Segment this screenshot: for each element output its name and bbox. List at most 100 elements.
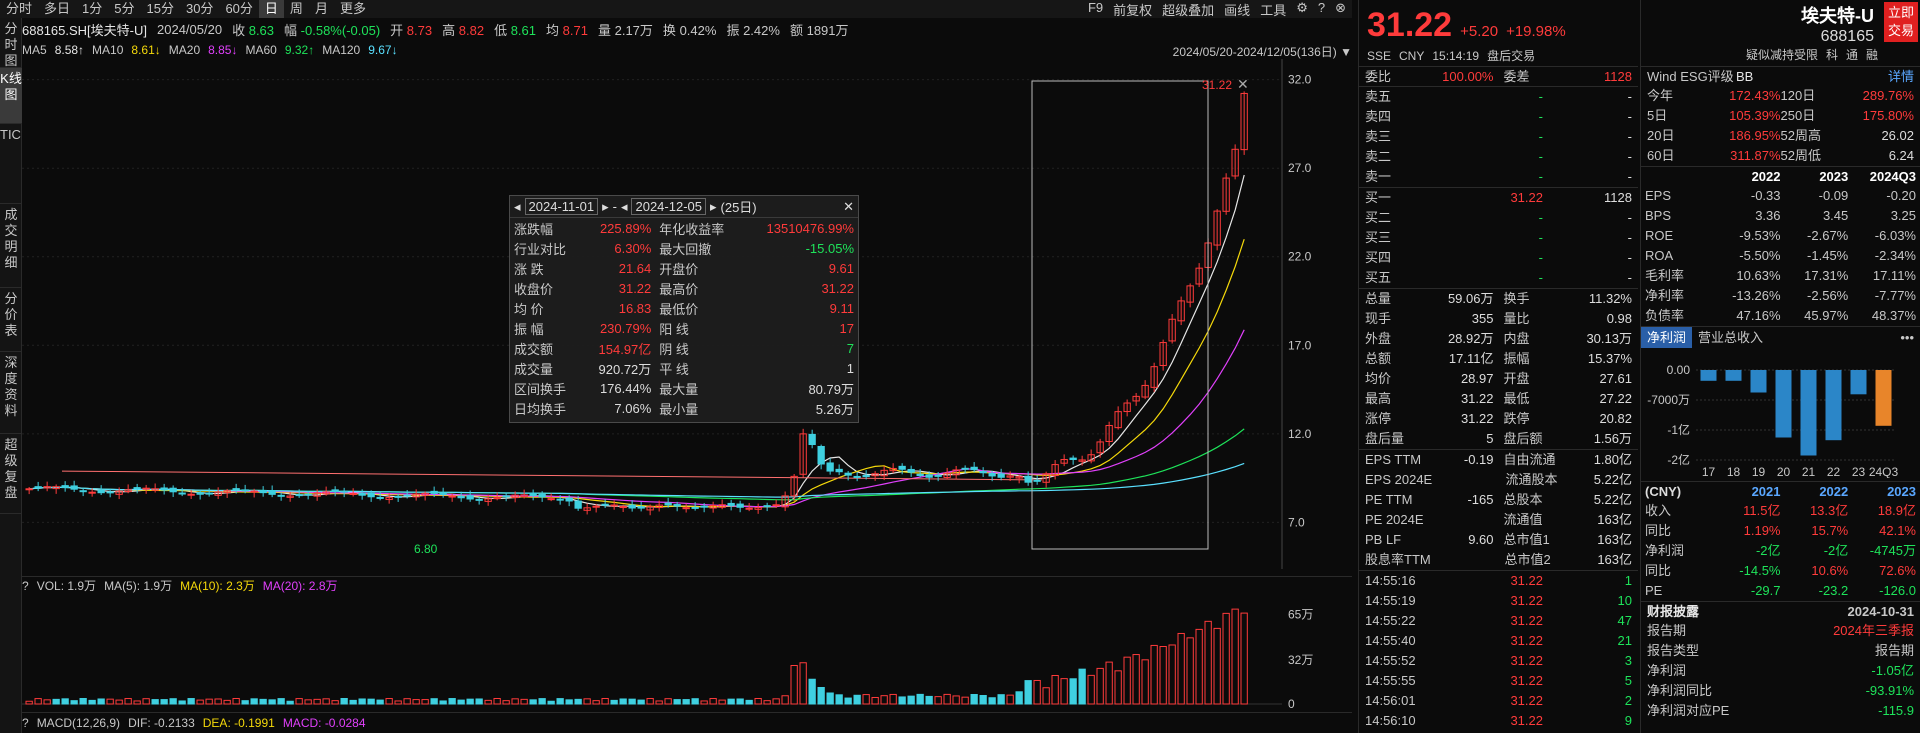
perf-row: 5日 105.39% 250日 175.80% xyxy=(1647,108,1914,123)
help-icon[interactable]: ? xyxy=(22,716,29,730)
adjust-button[interactable]: 前复权 xyxy=(1113,0,1152,19)
bar-x-label: 20 xyxy=(1777,465,1791,478)
volume-bar xyxy=(835,694,843,705)
side-trades[interactable]: 成交明细 xyxy=(0,204,22,288)
overlay-button[interactable]: 超级叠加 xyxy=(1162,0,1214,19)
bar-x-label: 18 xyxy=(1727,465,1741,478)
from-date[interactable]: 2024-11-01 xyxy=(524,198,599,215)
list-item: 均价 28.97 开盘 27.61 xyxy=(1365,371,1632,386)
buy-book: 买一 31.22 1128 买二 - - 买三 - - 买四 - - 买五 - - xyxy=(1359,187,1638,288)
date-range[interactable]: 2024/05/20-2024/12/05(136日) ▼ xyxy=(1173,43,1352,60)
tab-revenue[interactable]: 营业总收入 xyxy=(1692,327,1769,348)
tab-more[interactable]: 更多 xyxy=(334,0,372,18)
tools-button[interactable]: 工具 xyxy=(1260,0,1286,19)
side-price-table[interactable]: 分价表 xyxy=(0,288,22,352)
volume-bar xyxy=(430,698,438,705)
f9-button[interactable]: F9 xyxy=(1088,0,1103,19)
tab-net-profit[interactable]: 净利润 xyxy=(1641,327,1693,348)
metric-row: ROE -9.53% -2.67% -6.03% xyxy=(1645,228,1916,243)
tick-row: 14:55:19 31.22 10 xyxy=(1365,593,1632,608)
side-tick[interactable]: TICK xyxy=(0,124,30,204)
candle xyxy=(493,497,501,500)
tab-30min[interactable]: 30分 xyxy=(180,0,219,18)
vol-tick: 65万 xyxy=(1288,608,1313,622)
tab-1min[interactable]: 1分 xyxy=(76,0,108,18)
to-date[interactable]: 2024-12-05 xyxy=(631,198,706,215)
tab-60min[interactable]: 60分 xyxy=(219,0,258,18)
perf-row: 今年 172.43% 120日 289.76% xyxy=(1647,88,1914,103)
list-item: 最高 31.22 最低 27.22 xyxy=(1365,391,1632,406)
last-price: 31.22 xyxy=(1367,6,1453,44)
stats-row: 成交额 154.97亿阴 线7 xyxy=(514,340,854,357)
low-label: 6.80 xyxy=(414,542,438,556)
volume-bar xyxy=(160,699,168,705)
volume-bar xyxy=(1069,678,1077,705)
side-depth[interactable]: 深度资料 xyxy=(0,352,22,434)
candle xyxy=(259,490,267,494)
next-icon[interactable]: ▸ xyxy=(710,199,717,215)
report-row: 报告期 2024年三季报 xyxy=(1647,623,1914,638)
tab-15min[interactable]: 15分 xyxy=(141,0,180,18)
candle xyxy=(925,474,933,478)
candle xyxy=(727,502,735,507)
ma60-value: 9.32↑ xyxy=(284,43,315,57)
list-item: 总额 17.11亿 振幅 15.37% xyxy=(1365,351,1632,366)
volume-bar xyxy=(529,699,537,705)
close-icon[interactable]: ⊗ xyxy=(1335,0,1346,19)
next-icon[interactable]: ▸ xyxy=(602,199,609,215)
tab-day[interactable]: 日 xyxy=(258,0,284,18)
bar-x-label: 21 xyxy=(1802,465,1816,478)
price-tick: 17.0 xyxy=(1288,338,1312,352)
tab-month[interactable]: 月 xyxy=(309,0,334,18)
help-icon[interactable]: ? xyxy=(1318,0,1325,19)
tab-timeshare[interactable]: 分时 xyxy=(0,0,38,18)
gear-icon[interactable]: ⚙ xyxy=(1296,0,1308,19)
candle xyxy=(448,495,456,498)
side-replay[interactable]: 超级复盘 xyxy=(0,434,22,514)
more-icon[interactable]: ••• xyxy=(1900,327,1920,348)
metric-row: 净利润 -2亿 -2亿 -4745万 xyxy=(1645,543,1916,558)
side-timeshare[interactable]: 分时图 xyxy=(0,18,22,68)
prev-icon[interactable]: ◂ xyxy=(514,199,521,215)
candle xyxy=(898,465,906,470)
candle xyxy=(268,490,276,495)
fin-block: EPS TTM -0.19 自由流通 1.80亿 EPS 2024E 流通股本 5.22亿 P… xyxy=(1359,449,1638,570)
open-value: 8.73 xyxy=(406,22,433,38)
trade-button[interactable]: 立即交易 xyxy=(1884,2,1918,42)
volume-bar xyxy=(1024,680,1032,705)
volume-bar xyxy=(52,698,60,705)
volume-bar xyxy=(727,698,735,705)
vol-tick: 0 xyxy=(1288,697,1295,711)
candle xyxy=(196,492,204,495)
prev-icon[interactable]: ◂ xyxy=(621,199,628,215)
tab-5min[interactable]: 5分 xyxy=(108,0,140,18)
close-icon[interactable]: ✕ xyxy=(843,199,854,215)
vol-ma5: MA(5): 1.9万 xyxy=(104,579,173,593)
metric-row: 净利率 -13.26% -2.56% -7.77% xyxy=(1645,288,1916,303)
close-icon: ✕ xyxy=(1237,76,1249,92)
candle xyxy=(70,485,78,490)
bar-axis-label: -2亿 xyxy=(1667,452,1690,467)
candle xyxy=(187,493,195,496)
tab-multiday[interactable]: 多日 xyxy=(38,0,76,18)
volume-bar xyxy=(808,678,816,705)
tab-week[interactable]: 周 xyxy=(284,0,309,18)
vol-value: VOL: 1.9万 xyxy=(36,579,97,593)
volume-bar xyxy=(61,698,69,705)
stats-row: 区间换手 176.44% 最大量 80.79万 xyxy=(514,380,854,397)
net-profit-bar xyxy=(1875,370,1892,426)
candle xyxy=(808,433,816,445)
list-item: 买三 - - xyxy=(1365,230,1632,245)
volume-bar xyxy=(151,699,159,705)
volume-bar xyxy=(547,700,555,705)
high-value: 8.82 xyxy=(458,22,485,38)
bar-x-label: 24Q3 xyxy=(1869,465,1899,478)
amp-value: 2.42% xyxy=(743,22,780,38)
sell-book: 卖五 - - 卖四 - - 卖三 - - 卖二 - - 卖一 - - xyxy=(1359,86,1638,187)
side-kline[interactable]: K线图 xyxy=(0,68,22,124)
draw-button[interactable]: 画线 xyxy=(1224,0,1250,19)
detail-link[interactable]: 详情 xyxy=(1825,67,1914,86)
dea-value: DEA: -0.1991 xyxy=(202,715,275,730)
help-icon[interactable]: ? xyxy=(22,579,29,593)
low-value: 8.61 xyxy=(510,22,537,38)
